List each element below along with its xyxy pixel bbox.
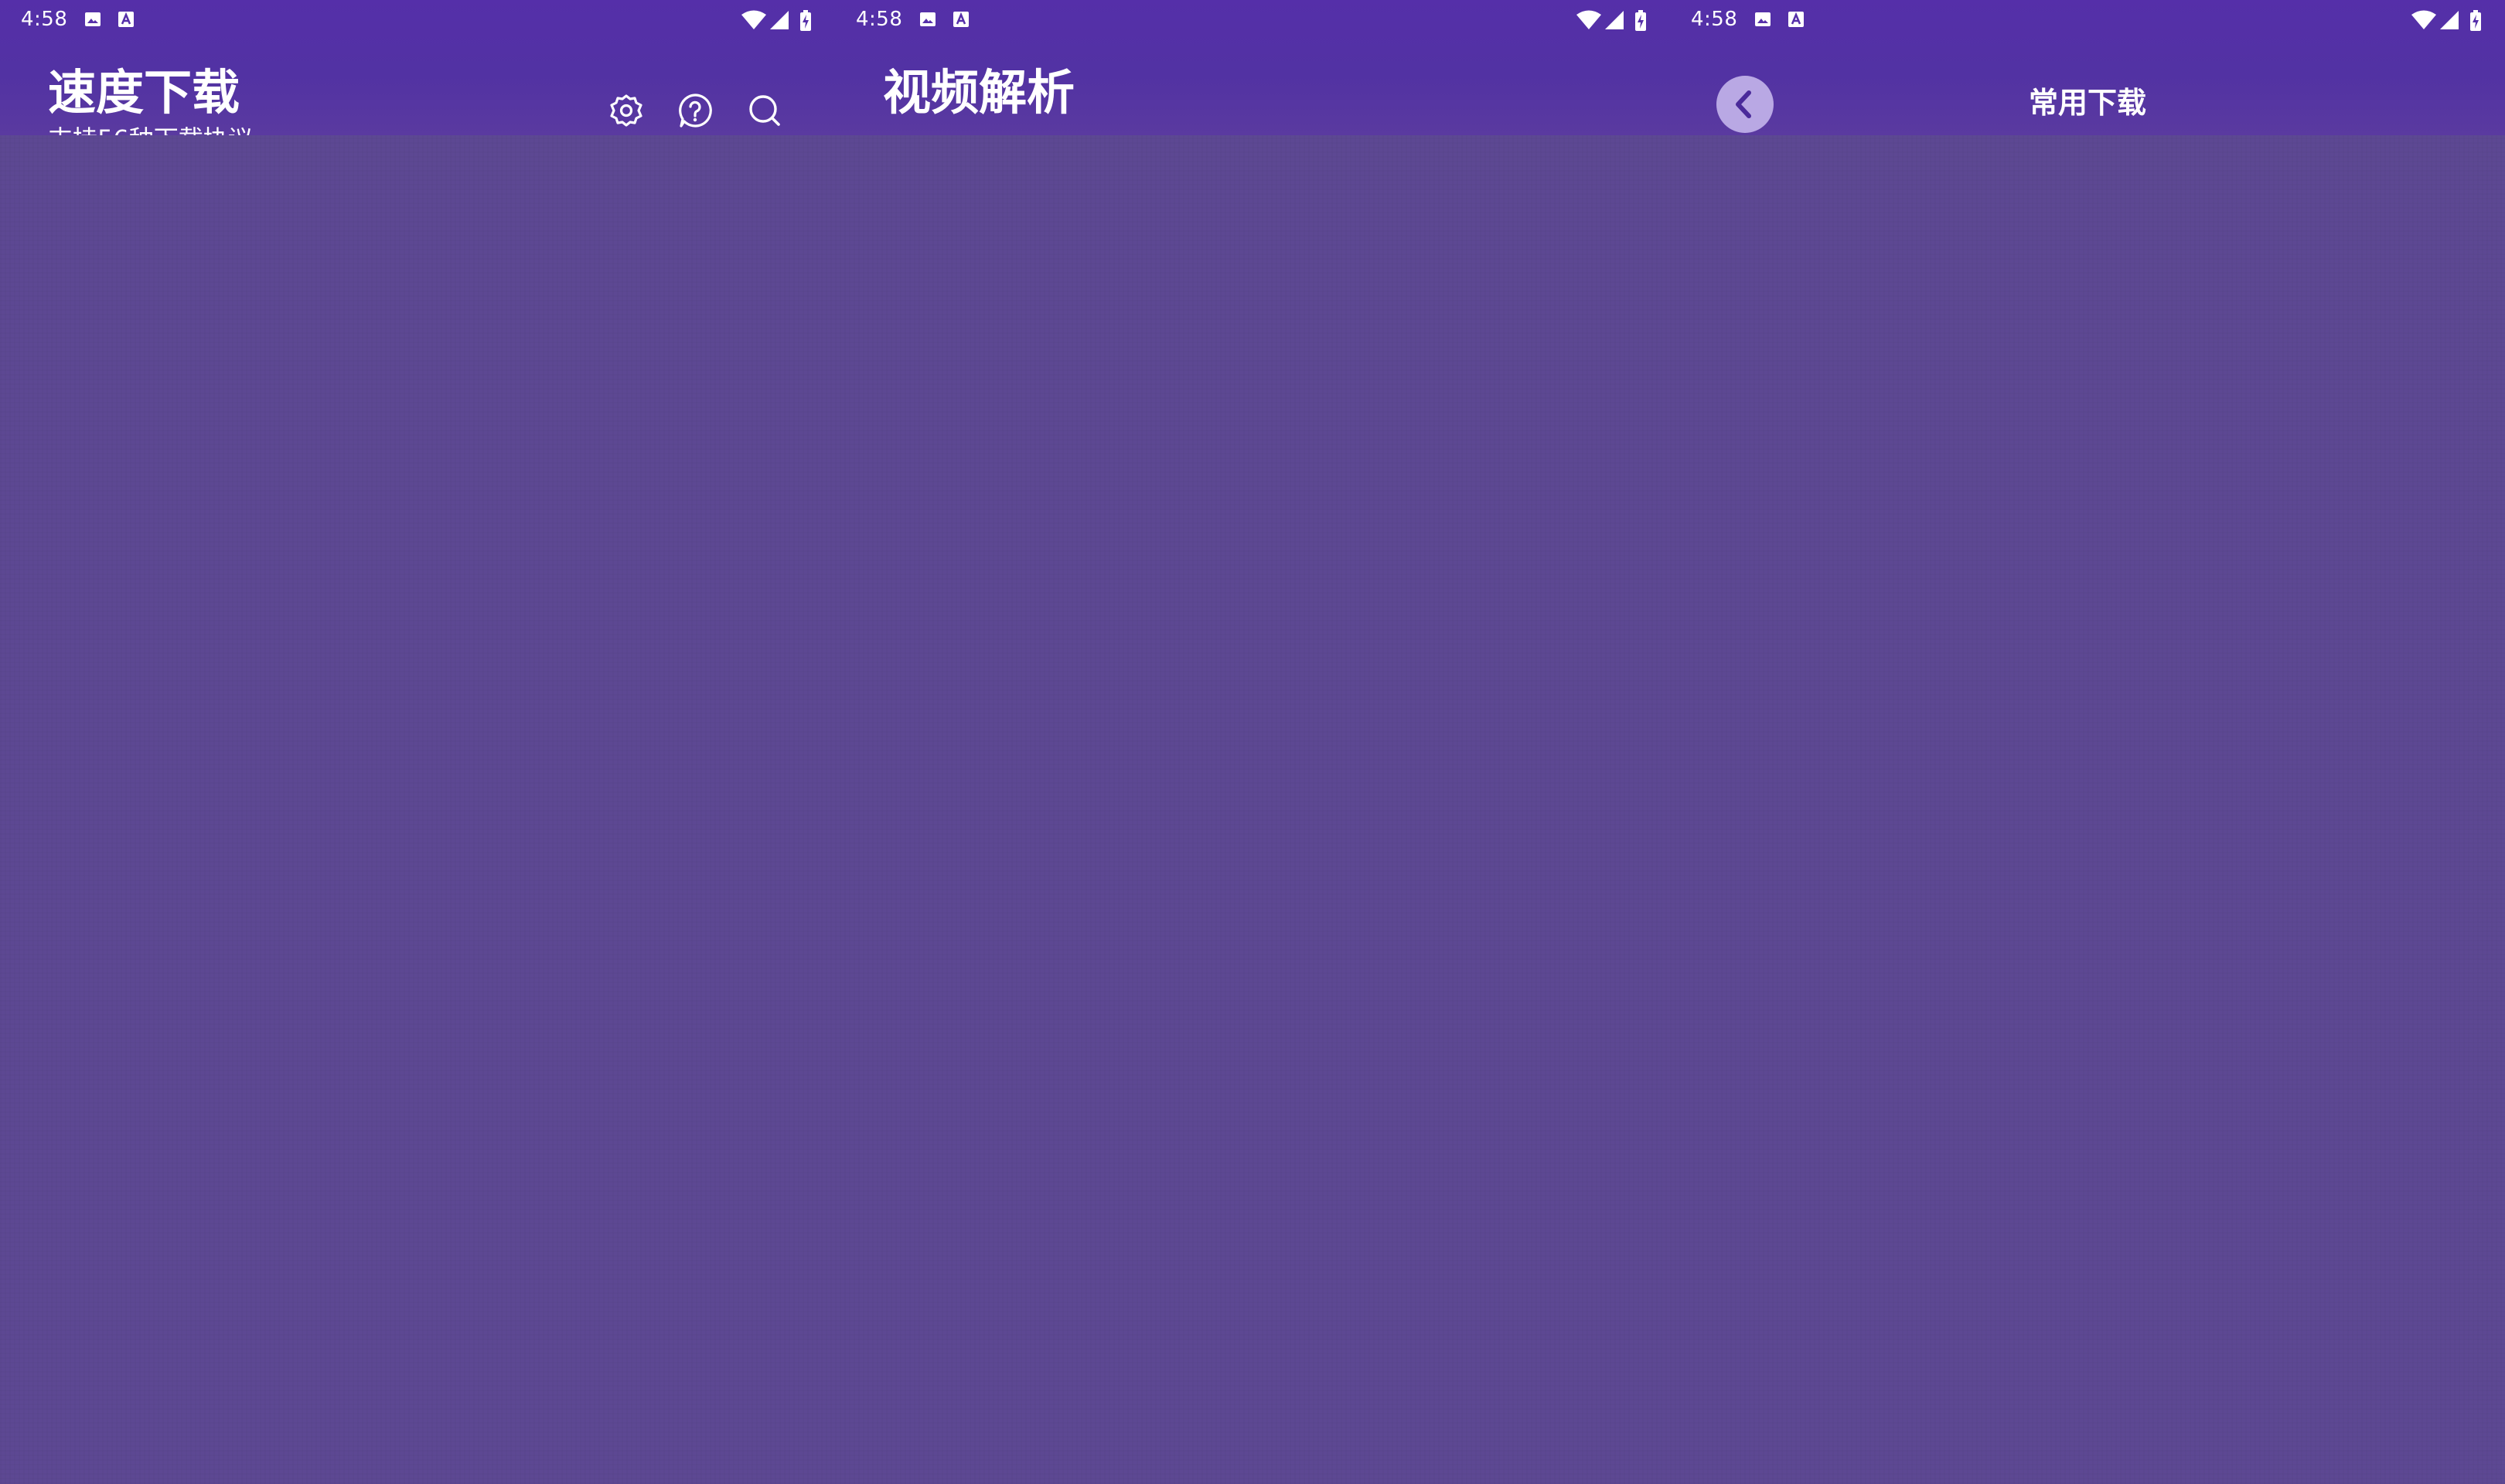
app-header: 4:58 速度下载 支持56种下载协议	[0, 0, 835, 135]
battery-charging-icon	[800, 10, 811, 31]
wifi-icon	[1576, 10, 1601, 29]
image-notification-icon	[85, 12, 101, 26]
battery-charging-icon	[2470, 10, 2481, 31]
screen-video-parse: 4:58 视频解析	[835, 0, 1670, 1484]
settings-button[interactable]	[605, 89, 648, 132]
help-button[interactable]	[673, 89, 717, 132]
app-header: 4:58 视频解析	[835, 0, 1670, 135]
image-notification-icon	[920, 12, 936, 26]
page-subtitle: 支持56种下载协议	[48, 124, 253, 135]
status-time: 4:58	[21, 8, 68, 31]
cell-signal-icon	[770, 11, 789, 29]
status-time: 4:58	[856, 8, 903, 31]
status-bar: 4:58	[0, 0, 835, 39]
image-notification-icon	[1755, 12, 1771, 26]
page-title: 速度下载	[48, 64, 240, 121]
a-notification-icon	[118, 12, 134, 27]
cell-signal-icon	[1605, 11, 1624, 29]
search-button[interactable]	[743, 89, 786, 132]
settings-icon	[610, 94, 642, 127]
app-header: 4:58 常用下载	[1670, 0, 2505, 135]
battery-charging-icon	[1635, 10, 1646, 31]
wifi-icon	[741, 10, 766, 29]
content-overlay[interactable]	[0, 135, 835, 1484]
cell-signal-icon	[2440, 11, 2459, 29]
help-icon	[679, 94, 712, 128]
search-icon	[749, 95, 780, 126]
wifi-icon	[2411, 10, 2436, 29]
status-bar: 4:58	[835, 0, 1670, 39]
page-title: 视频解析	[883, 64, 1075, 121]
a-notification-icon	[1788, 12, 1804, 27]
status-bar: 4:58	[1670, 0, 2505, 39]
screen-speed-download: 4:58 速度下载 支持56种下载协议	[0, 0, 835, 1484]
content-overlay[interactable]	[1670, 135, 2505, 1484]
screen-common-downloads: 4:58 常用下载	[1670, 0, 2505, 1484]
status-time: 4:58	[1691, 8, 1738, 31]
page-title: 常用下载	[2028, 86, 2146, 120]
a-notification-icon	[953, 12, 969, 27]
content-overlay[interactable]	[835, 135, 1670, 1484]
